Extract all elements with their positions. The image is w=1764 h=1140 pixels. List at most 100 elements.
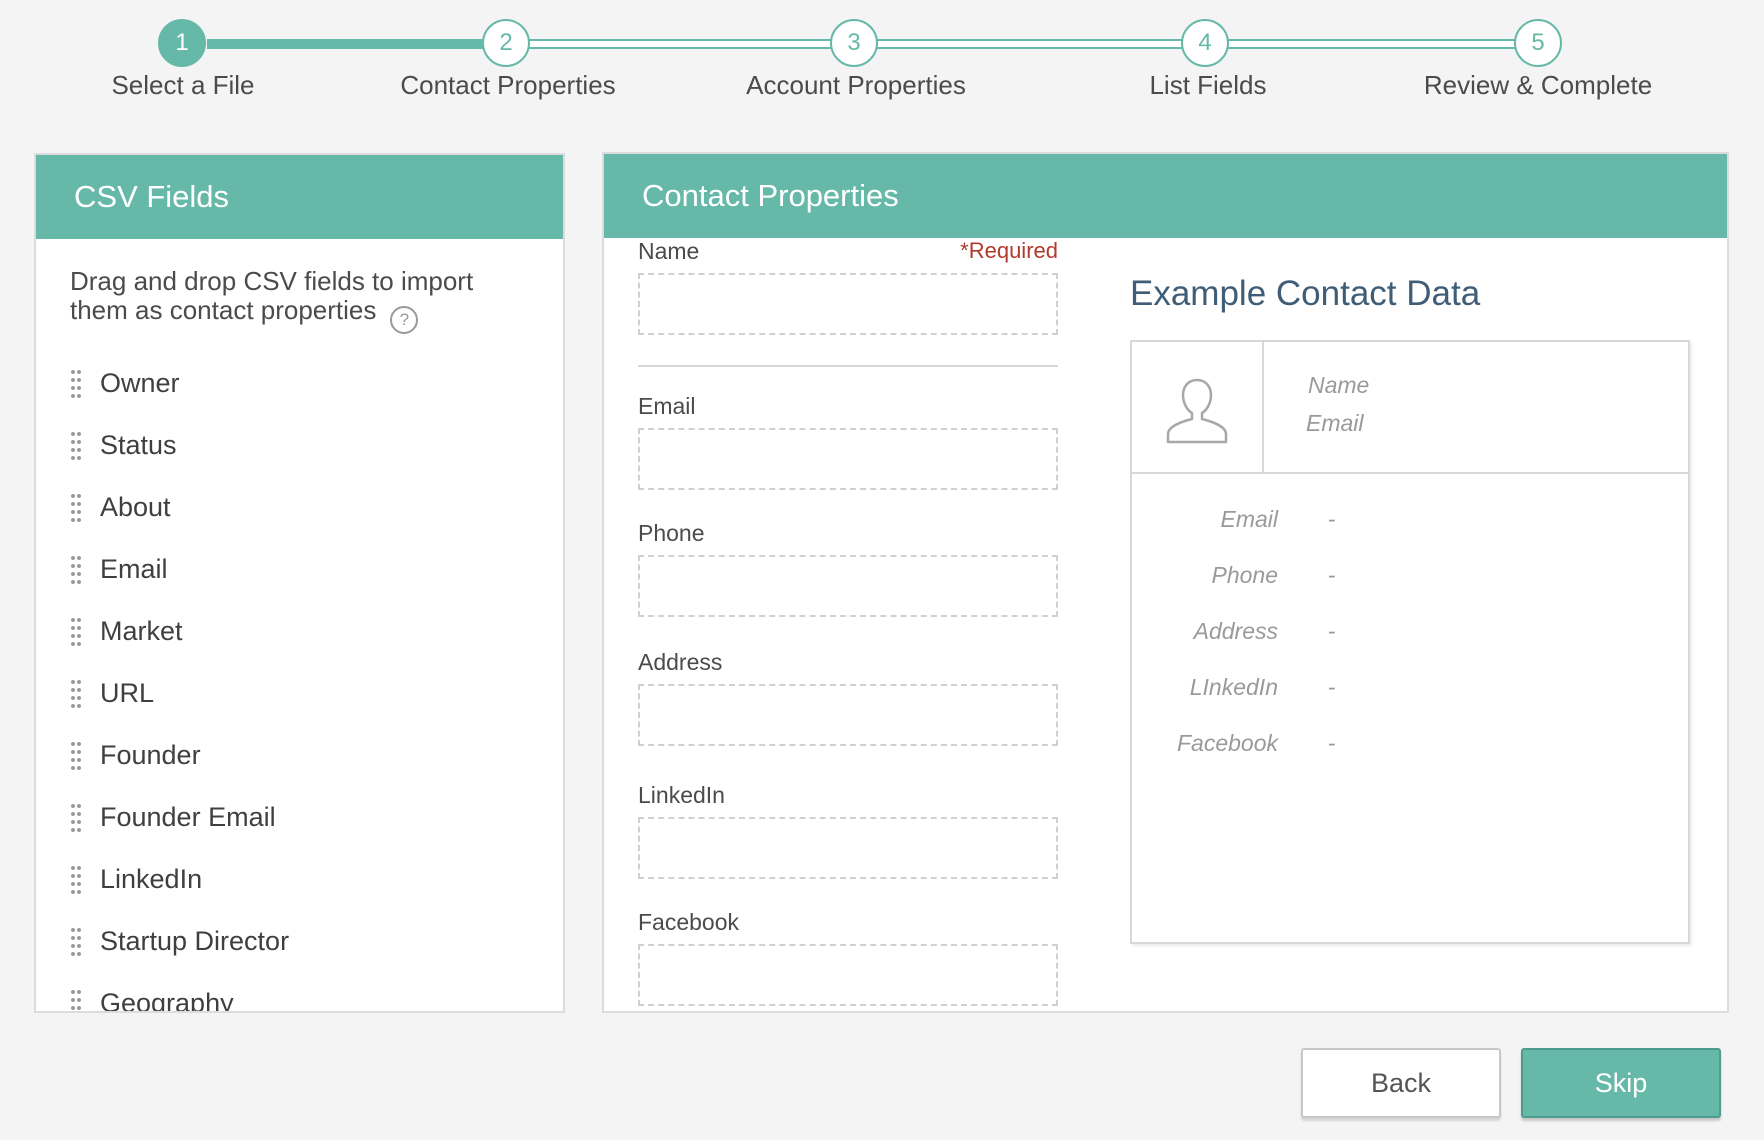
csv-field-item[interactable]: Geography <box>36 972 563 1013</box>
email-field-label: Email <box>638 393 696 419</box>
example-card-header: Name Email <box>1132 342 1688 474</box>
step-1-circle[interactable]: 1 <box>158 19 206 67</box>
csv-field-label: About <box>100 492 171 522</box>
step-connector-1-2 <box>207 39 487 49</box>
example-row-address: Address - <box>1132 612 1688 668</box>
drag-handle-icon[interactable] <box>70 616 82 648</box>
example-row-label: Facebook <box>1176 730 1278 756</box>
step-1-label: Select a File <box>111 70 255 100</box>
contact-property-drop-zones: Name *Required Email Phone Address Linked… <box>638 238 1062 1006</box>
contact-properties-panel: Contact Properties Name *Required Email P… <box>602 152 1729 1013</box>
csv-field-item[interactable]: Founder <box>36 724 563 786</box>
csv-field-label: Market <box>100 616 183 646</box>
drag-handle-icon[interactable] <box>70 430 82 462</box>
drag-handle-icon[interactable] <box>70 554 82 586</box>
name-field-group: Name *Required <box>638 238 1062 335</box>
progress-stepper: 1 2 3 4 5 Select a File Contact Properti… <box>0 0 1764 130</box>
linkedin-field-group: LinkedIn <box>638 782 1062 879</box>
csv-field-label: Owner <box>100 368 180 398</box>
email-drop-zone[interactable] <box>638 428 1058 490</box>
csv-field-item[interactable]: Market <box>36 600 563 662</box>
example-row-label: Address <box>1193 618 1278 644</box>
example-name-placeholder: Name <box>1308 372 1370 398</box>
name-field-label: Name *Required <box>638 238 1062 265</box>
csv-field-item[interactable]: Startup Director <box>36 910 563 972</box>
phone-field-label: Phone <box>638 520 705 546</box>
form-divider <box>638 365 1058 367</box>
step-connector-2-3 <box>529 39 831 49</box>
example-row-value: - <box>1328 562 1336 588</box>
csv-field-label: Founder <box>100 740 201 770</box>
csv-fields-panel: CSV Fields Drag and drop CSV fields to i… <box>34 153 565 1013</box>
drag-handle-icon[interactable] <box>70 678 82 710</box>
example-row-phone: Phone - <box>1132 556 1688 612</box>
csv-field-item[interactable]: Email <box>36 538 563 600</box>
address-field-group: Address <box>638 649 1062 746</box>
drag-handle-icon[interactable] <box>70 864 82 896</box>
help-icon[interactable]: ? <box>390 306 419 334</box>
csv-field-label: URL <box>100 678 155 708</box>
contact-properties-title: Contact Properties <box>604 154 1727 238</box>
example-row-label: Phone <box>1211 562 1278 588</box>
csv-field-label: Geography <box>100 988 234 1013</box>
step-2-circle[interactable]: 2 <box>482 19 530 67</box>
name-drop-zone[interactable] <box>638 273 1058 335</box>
example-contact-card: Name Email Email - Phone - Address - LInked… <box>1130 340 1690 944</box>
step-4-circle[interactable]: 4 <box>1181 19 1229 67</box>
drag-handle-icon[interactable] <box>70 926 82 958</box>
csv-field-item[interactable]: Status <box>36 414 563 476</box>
facebook-drop-zone[interactable] <box>638 944 1058 1006</box>
example-row-email: Email - <box>1132 500 1688 556</box>
example-email-placeholder: Email <box>1306 410 1364 436</box>
phone-field-group: Phone <box>638 520 1062 617</box>
example-row-value: - <box>1328 618 1336 644</box>
back-button[interactable]: Back <box>1301 1048 1501 1118</box>
example-card-details: Email - Phone - Address - LInkedIn - Faceboo… <box>1132 474 1688 780</box>
csv-field-label: LinkedIn <box>100 864 203 894</box>
avatar <box>1132 342 1264 472</box>
skip-button[interactable]: Skip <box>1521 1048 1721 1118</box>
csv-field-list: Owner Status About Email Market URL Foun… <box>36 352 563 1013</box>
example-row-value: - <box>1328 730 1336 756</box>
linkedin-field-label: LinkedIn <box>638 782 725 808</box>
csv-field-item[interactable]: About <box>36 476 563 538</box>
step-connector-3-4 <box>877 39 1183 49</box>
csv-field-label: Startup Director <box>100 926 290 956</box>
csv-field-label: Founder Email <box>100 802 276 832</box>
drag-handle-icon[interactable] <box>70 368 82 400</box>
step-4-label: List Fields <box>1149 70 1267 100</box>
example-row-value: - <box>1328 506 1336 532</box>
drag-handle-icon[interactable] <box>70 802 82 834</box>
address-drop-zone[interactable] <box>638 684 1058 746</box>
csv-fields-description: Drag and drop CSV fields to import them … <box>36 239 563 334</box>
drag-handle-icon[interactable] <box>70 740 82 772</box>
step-5-circle[interactable]: 5 <box>1514 19 1562 67</box>
step-2-label: Contact Properties <box>400 70 616 100</box>
example-contact-title: Example Contact Data <box>1130 274 1481 313</box>
csv-field-item[interactable]: Founder Email <box>36 786 563 848</box>
drag-handle-icon[interactable] <box>70 988 82 1011</box>
step-5-label: Review & Complete <box>1423 70 1653 100</box>
csv-field-label: Status <box>100 430 177 460</box>
address-field-label: Address <box>638 649 723 675</box>
csv-field-label: Email <box>100 554 168 584</box>
drag-handle-icon[interactable] <box>70 492 82 524</box>
facebook-field-group: Facebook <box>638 909 1062 1006</box>
example-row-value: - <box>1328 674 1336 700</box>
csv-field-item[interactable]: URL <box>36 662 563 724</box>
step-3-label: Account Properties <box>746 70 966 100</box>
example-row-label: Email <box>1220 506 1278 532</box>
csv-field-item[interactable]: LinkedIn <box>36 848 563 910</box>
linkedin-drop-zone[interactable] <box>638 817 1058 879</box>
required-label: *Required <box>960 238 1058 263</box>
csv-fields-title: CSV Fields <box>36 155 563 239</box>
user-silhouette-icon <box>1166 378 1228 444</box>
phone-drop-zone[interactable] <box>638 555 1058 617</box>
step-3-circle[interactable]: 3 <box>830 19 878 67</box>
email-field-group: Email <box>638 393 1062 490</box>
facebook-field-label: Facebook <box>638 909 740 935</box>
example-row-linkedin: LInkedIn - <box>1132 668 1688 724</box>
example-row-label: LInkedIn <box>1189 674 1278 700</box>
csv-field-item[interactable]: Owner <box>36 352 563 414</box>
example-row-facebook: Facebook - <box>1132 724 1688 780</box>
